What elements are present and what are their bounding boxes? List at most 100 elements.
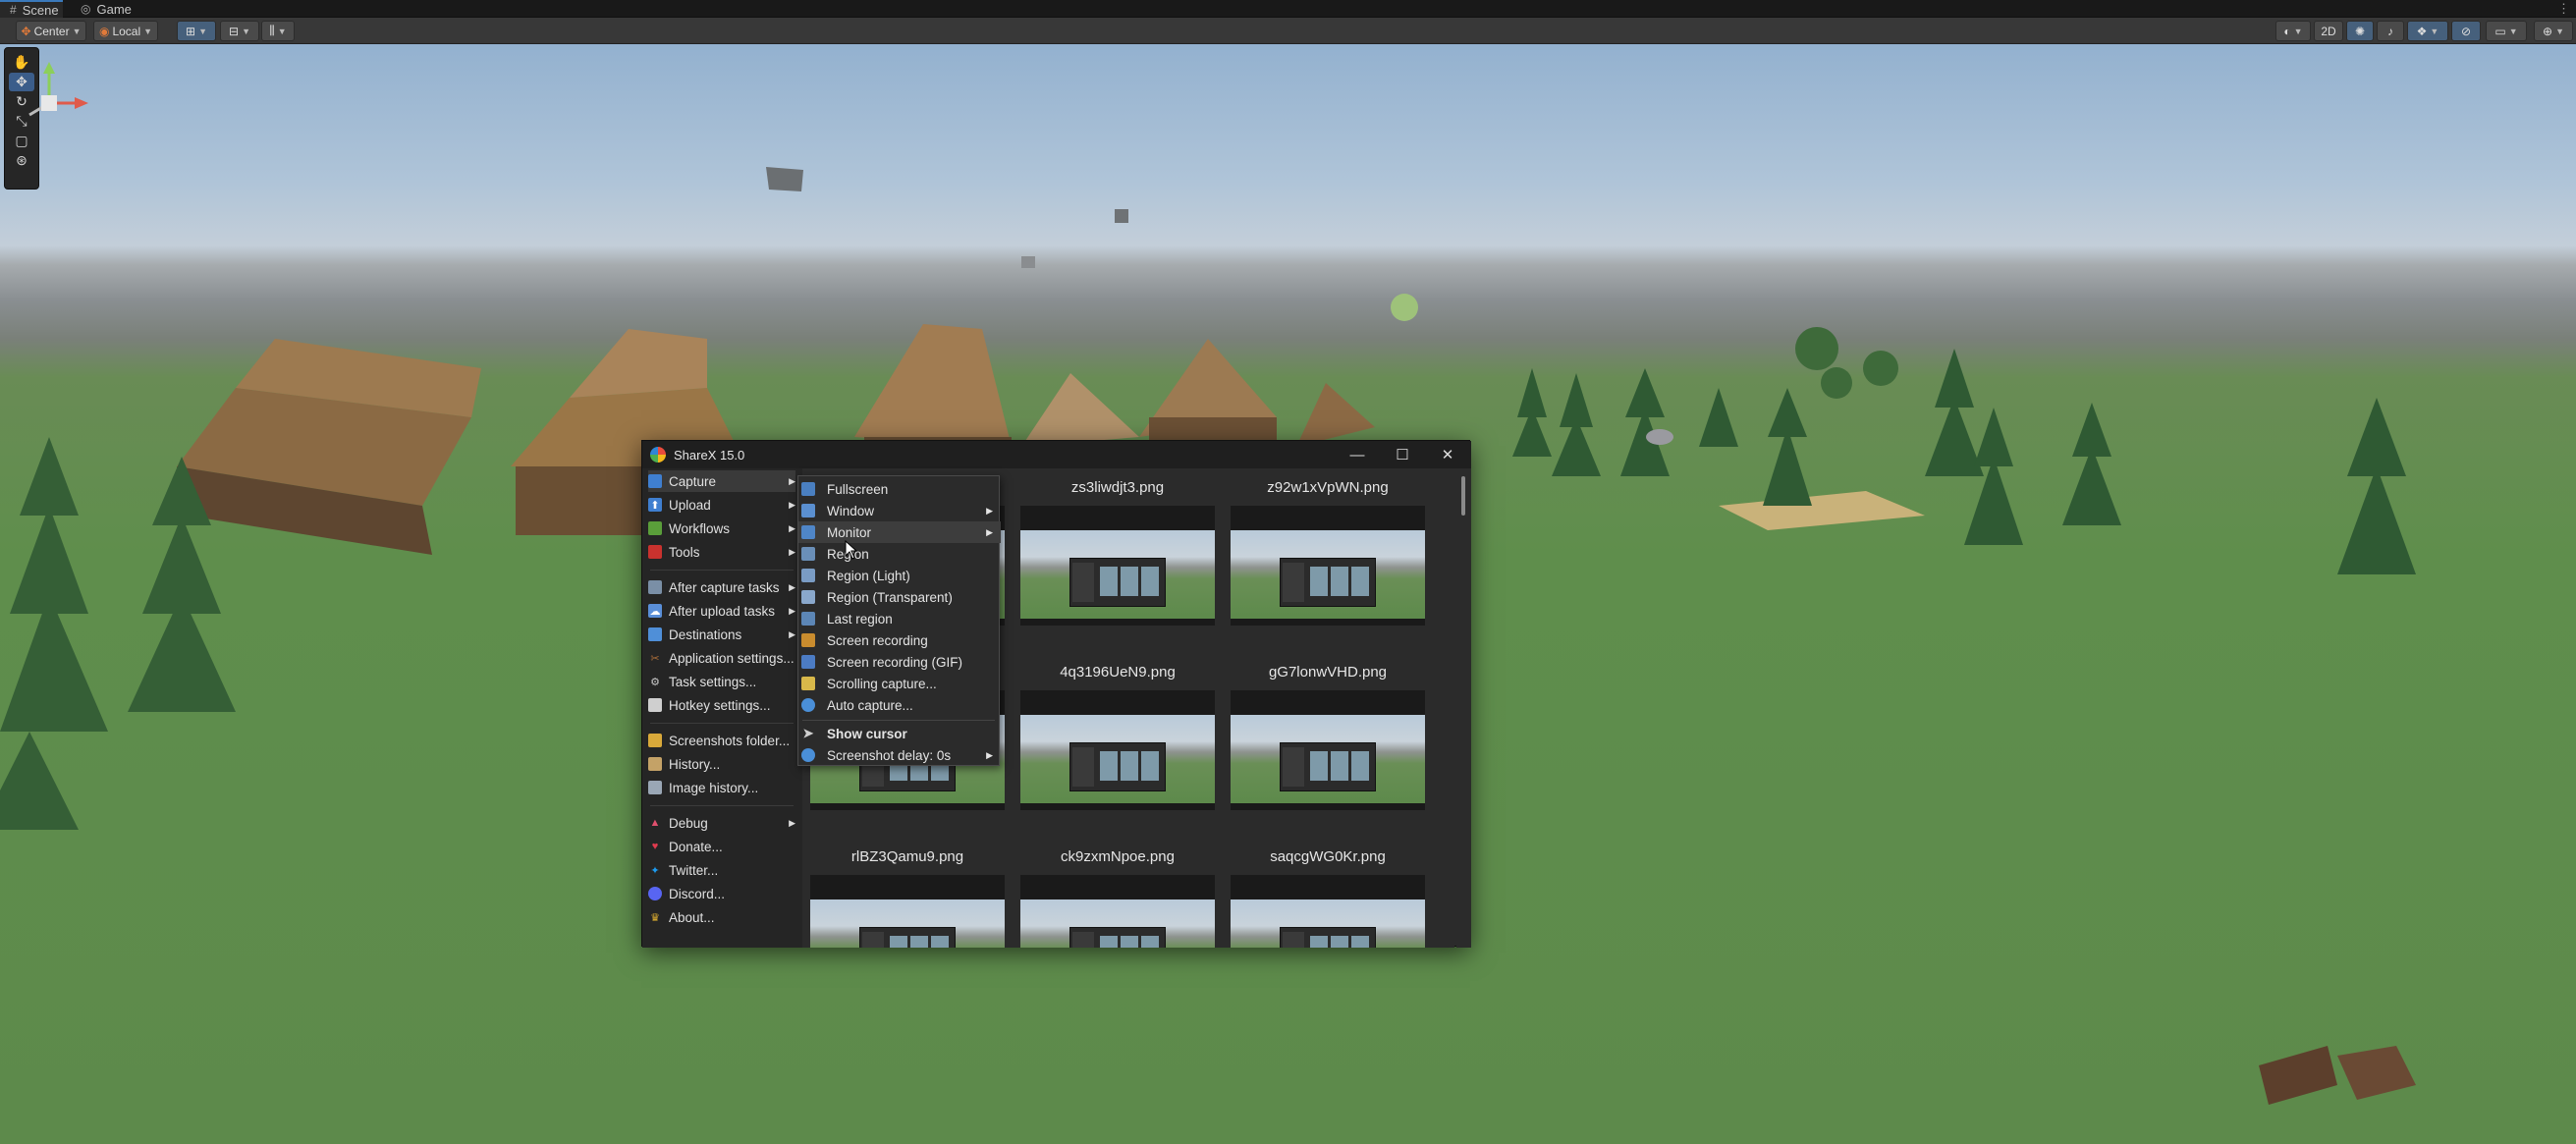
menu-label: Twitter... [669,862,719,878]
rock [1646,429,1673,445]
clock-icon [801,748,815,762]
tab-game-label: Game [96,1,132,17]
menu-label: Destinations [669,626,742,642]
auto-capture-icon [801,698,815,712]
menu-item-after-capture-tasks[interactable]: After capture tasks ▶ [648,576,795,598]
thumbnail[interactable]: 4q3196UeN9.png [1016,661,1219,845]
thumbnail-image [1020,690,1215,810]
tools-icon [648,545,662,559]
menu-item-hotkey-settings[interactable]: Hotkey settings... [648,694,795,716]
thumbnail-filename: saqcgWG0Kr.png [1270,848,1386,865]
menu-item-upload[interactable]: ⬆ Upload ▶ [648,494,795,516]
screen-recording-gif-icon [801,655,815,669]
submenu-label: Screen recording [827,632,928,648]
menu-label: Screenshots folder... [669,733,791,748]
pivot-mode-dropdown[interactable]: ✥ Center ▼ [16,21,86,41]
submenu-item-window[interactable]: Window ▶ [798,500,1001,521]
draw-mode-dropdown[interactable]: ◐ ▼ [2275,21,2311,41]
transform-tool-icon[interactable]: ⊛ [9,151,34,170]
menu-item-application-settings[interactable]: ✂ Application settings... [648,647,795,669]
debug-icon: ▲ [649,817,661,829]
bench [2259,1046,2337,1105]
thumbnail[interactable]: rlBZ3Qamu9.png [806,845,1009,948]
submenu-item-last-region[interactable]: Last region [798,608,1001,629]
menu-item-destinations[interactable]: Destinations ▶ [648,624,795,645]
minimize-icon[interactable]: — [1335,441,1380,468]
toggle-2d-button[interactable]: 2D [2314,21,2343,41]
submenu-item-show-cursor[interactable]: ➤ Show cursor [798,723,1001,744]
submenu-item-fullscreen[interactable]: Fullscreen [798,478,1001,500]
menu-item-after-upload-tasks[interactable]: ☁ After upload tasks ▶ [648,600,795,622]
align-button[interactable]: ⫼ ▼ [261,21,295,41]
submenu-item-screen-recording-gif[interactable]: Screen recording (GIF) [798,651,1001,673]
menu-label: Discord... [669,886,726,901]
submenu-item-region-light[interactable]: Region (Light) [798,565,1001,586]
thumbnail[interactable]: ck9zxmNpoe.png [1016,845,1219,948]
scrolling-capture-icon [801,677,815,690]
tab-scene[interactable]: # Scene [0,0,63,18]
snap-increment-button[interactable]: ⊟ ▼ [220,21,259,41]
upload-icon: ⬆ [648,498,662,512]
menu-item-image-history[interactable]: Image history... [648,777,795,798]
gamepad-icon: ◎ [81,2,91,16]
submenu-item-screen-recording[interactable]: Screen recording [798,629,1001,651]
menu-item-history[interactable]: History... [648,753,795,775]
more-icon[interactable]: ⋮ [2557,0,2570,18]
submenu-item-screenshot-delay[interactable]: Screenshot delay: 0s ▶ [798,744,1001,766]
grid-icon: ⊞ [186,24,196,38]
tab-game[interactable]: ◎ Game [71,0,145,18]
menu-item-discord[interactable]: Discord... [648,883,795,904]
after-capture-icon [648,580,662,594]
audio-toggle[interactable]: ♪ [2377,21,2404,41]
submenu-item-region[interactable]: Region [798,543,1001,565]
thumbnail[interactable]: z92w1xVpWN.png [1227,476,1429,661]
editor-tab-strip: # Scene ◎ Game ⋮ [0,0,2576,18]
submenu-label: Monitor [827,524,872,540]
menu-item-capture[interactable]: Capture ▶ [648,470,795,492]
submenu-label: Window [827,503,875,518]
chevron-down-icon: ▼ [72,26,82,36]
menu-item-task-settings[interactable]: ⚙ Task settings... [648,671,795,692]
close-icon[interactable]: ✕ [1425,441,1470,468]
menu-item-tools[interactable]: Tools ▶ [648,541,795,563]
thumbnail[interactable]: zs3liwdjt3.png [1016,476,1219,661]
pivot-rotation-dropdown[interactable]: ◉ Local ▼ [93,21,158,41]
submenu-item-region-transparent[interactable]: Region (Transparent) [798,586,1001,608]
screenshots-folder-icon [648,734,662,747]
region-icon [801,547,815,561]
thumbnail-image [1231,506,1425,626]
sharex-main-menu: Capture ▶ ⬆ Upload ▶ Workflows ▶ Tools ▶ [642,468,802,948]
menu-item-about[interactable]: ♛ About... [648,906,795,928]
maximize-icon[interactable]: ☐ [1380,441,1425,468]
effects-dropdown[interactable]: ❖ ▼ [2407,21,2448,41]
visibility-toggle[interactable]: ⊘ [2451,21,2481,41]
scene-toolbar: ✥ Center ▼ ◉ Local ▼ ⊞ ▼ ⊟ ▼ ⫼ ▼ ◐ ▼ 2D ✺ ♪ [0,18,2576,44]
thumbnail[interactable]: gG7lonwVHD.png [1227,661,1429,845]
menu-label: Application settings... [669,650,795,666]
menu-label: Donate... [669,839,723,854]
menu-item-workflows[interactable]: Workflows ▶ [648,518,795,539]
lighting-toggle[interactable]: ✺ [2346,21,2374,41]
orientation-gizmo-icon[interactable] [0,54,98,152]
menu-label: Tools [669,544,700,560]
submenu-item-scrolling-capture[interactable]: Scrolling capture... [798,673,1001,694]
pivot-icon: ✥ [21,24,31,38]
menu-label: Image history... [669,780,759,795]
camera-settings-dropdown[interactable]: ▭ ▼ [2486,21,2527,41]
menu-item-debug[interactable]: ▲ Debug ▶ [648,812,795,834]
task-settings-icon: ⚙ [650,676,660,688]
menu-item-twitter[interactable]: ✦ Twitter... [648,859,795,881]
submenu-item-monitor[interactable]: Monitor ▶ [798,521,1001,543]
grid-snap-button[interactable]: ⊞ ▼ [177,21,216,41]
menu-label: Hotkey settings... [669,697,771,713]
sharex-window: ShareX 15.0 — ☐ ✕ Capture ▶ ⬆ Upload ▶ W… [641,440,1471,948]
thumbnail[interactable]: saqcgWG0Kr.png [1227,845,1429,948]
submenu-item-auto-capture[interactable]: Auto capture... [798,694,1001,716]
vertical-scrollbar[interactable] [1456,468,1471,948]
scrollbar-thumb[interactable] [1461,476,1465,516]
menu-separator [650,570,794,571]
menu-item-screenshots-folder[interactable]: Screenshots folder... [648,730,795,751]
menu-item-donate[interactable]: ♥ Donate... [648,836,795,857]
gizmos-dropdown[interactable]: ⊕ ▼ [2534,21,2573,41]
sharex-title-bar[interactable]: ShareX 15.0 — ☐ ✕ [642,441,1471,468]
